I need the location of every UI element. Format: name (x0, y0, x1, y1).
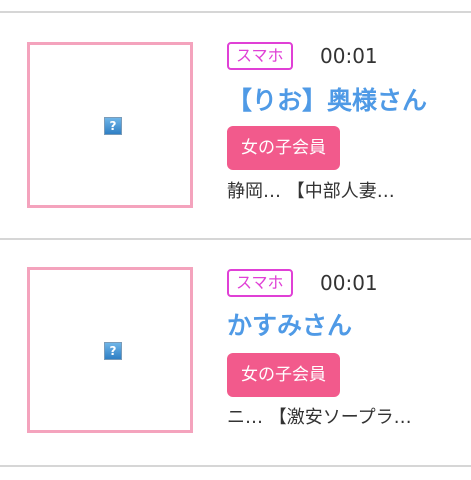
list-item[interactable]: ? スマホ 00:01 かすみさん 女の子会員 ニ… 【激安ソープラ… (0, 240, 471, 464)
member-type-badge: 女の子会員 (227, 126, 340, 170)
list-item[interactable]: ? スマホ 00:01 【りお】奥様さん 女の子会員 静岡… 【中部人妻… (0, 13, 471, 237)
post-time: 00:01 (320, 271, 378, 295)
post-description: 静岡… 【中部人妻… (227, 181, 395, 202)
divider (0, 465, 471, 467)
post-description: ニ… 【激安ソープラ… (227, 407, 412, 428)
broken-image-icon: ? (104, 117, 122, 135)
post-list: ? スマホ 00:01 【りお】奥様さん 女の子会員 静岡… 【中部人妻… ? … (0, 0, 471, 480)
member-type-badge: 女の子会員 (227, 353, 340, 397)
poster-name-link[interactable]: かすみさん (227, 308, 352, 344)
broken-image-icon: ? (104, 342, 122, 360)
device-badge: スマホ (227, 42, 293, 70)
post-time: 00:01 (320, 44, 378, 68)
profile-thumbnail[interactable]: ? (27, 267, 193, 433)
poster-name-link[interactable]: 【りお】奥様さん (227, 83, 427, 119)
device-badge: スマホ (227, 269, 293, 297)
profile-thumbnail[interactable]: ? (27, 42, 193, 208)
